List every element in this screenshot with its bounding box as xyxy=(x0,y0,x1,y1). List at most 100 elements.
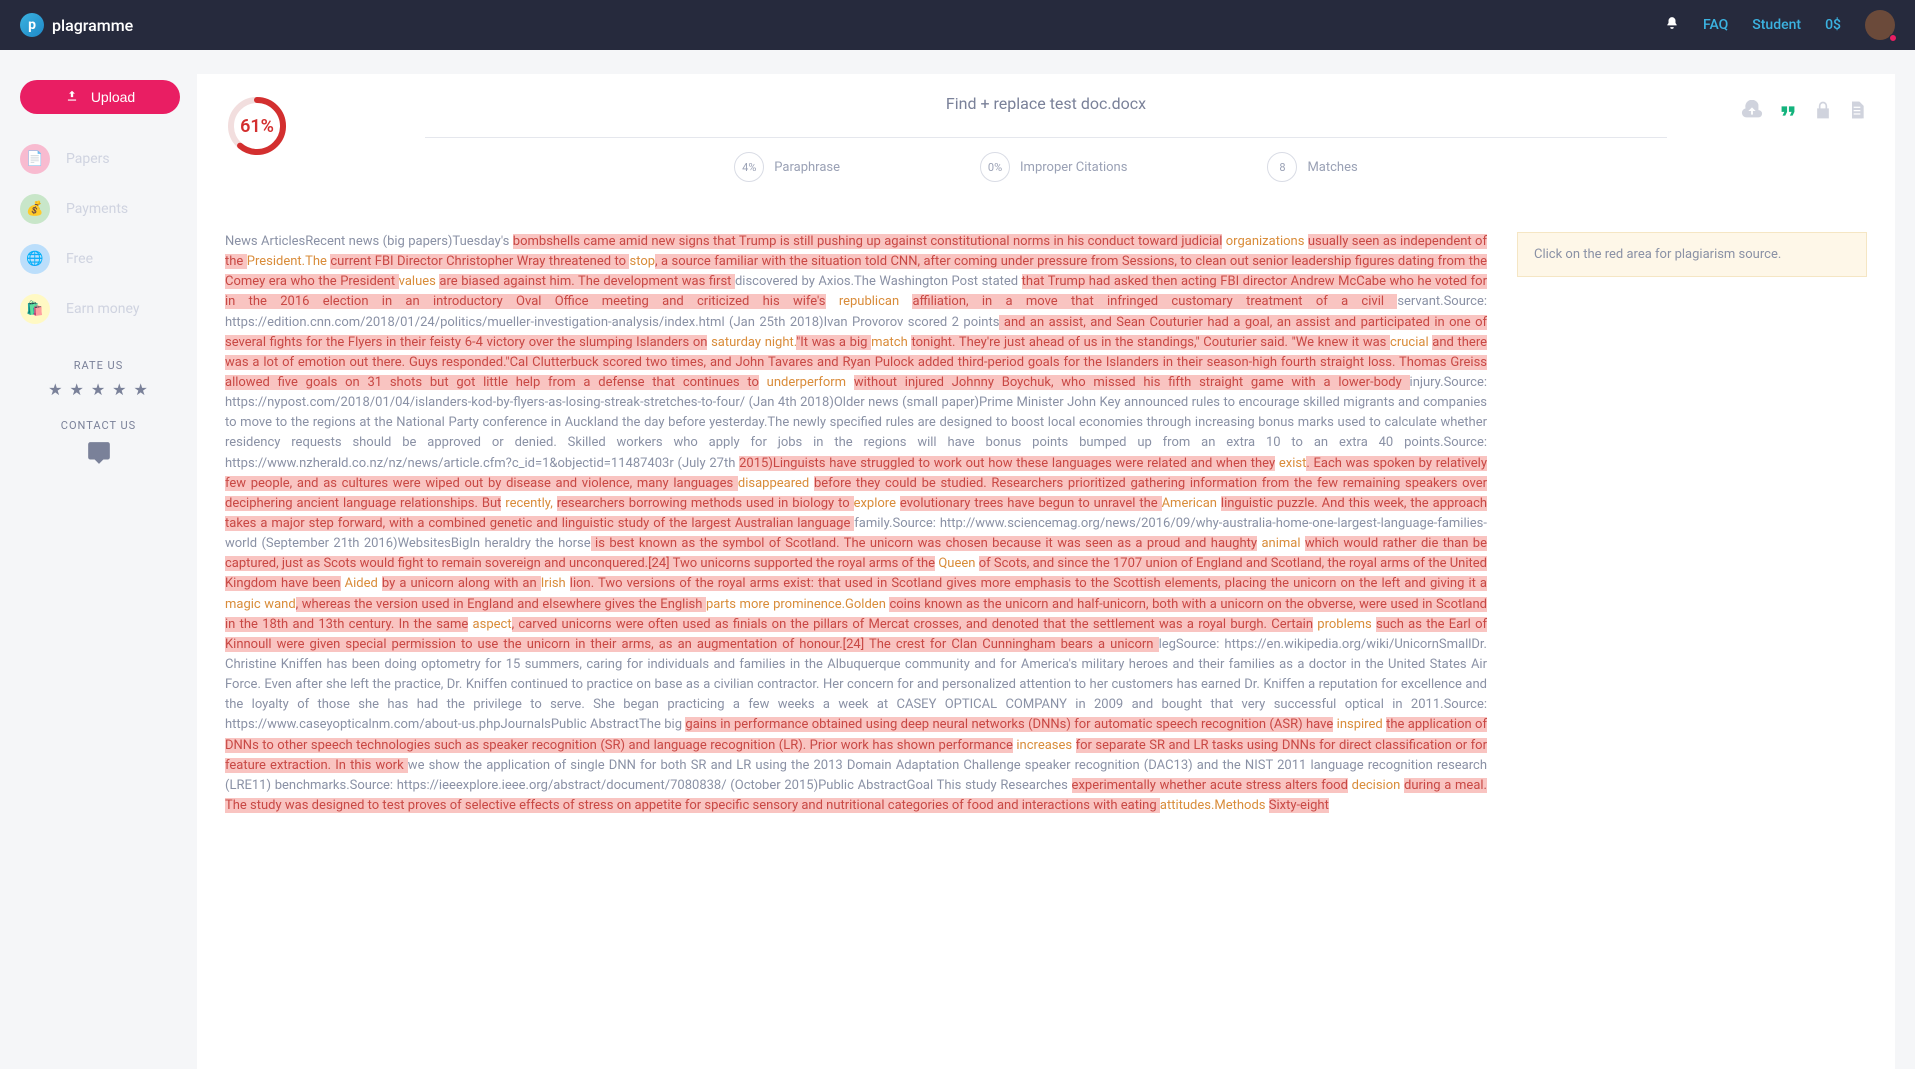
paraphrase-highlight[interactable]: match xyxy=(871,335,911,350)
plagiarism-highlight[interactable]: is best known as the symbol of Scotland.… xyxy=(591,536,1257,551)
document-icon[interactable] xyxy=(1847,100,1867,127)
sidebar-item-earn[interactable]: 🛍️ Earn money xyxy=(20,284,177,334)
sidebar-item-label: Earn money xyxy=(66,301,139,317)
paraphrase-highlight[interactable]: republican xyxy=(826,294,913,309)
star-icon[interactable]: ★ xyxy=(91,380,106,399)
paraphrase-highlight[interactable]: problems xyxy=(1313,617,1376,632)
plagiarism-highlight[interactable]: are biased against him. xyxy=(439,274,578,289)
paraphrase-highlight[interactable]: explore xyxy=(854,496,900,511)
plagiarism-highlight[interactable]: and denoted that the settlement was a ro… xyxy=(966,617,1313,632)
document-actions xyxy=(1741,100,1867,127)
paraphrase-highlight[interactable]: attitudes.Methods xyxy=(1160,798,1269,813)
metric-matches[interactable]: 8 Matches xyxy=(1267,152,1357,182)
download-icon[interactable] xyxy=(1741,100,1763,127)
plagiarism-highlight[interactable]: by a unicorn along with an xyxy=(382,576,541,591)
contact-us-label: CONTACT US xyxy=(20,419,177,432)
paraphrase-highlight[interactable]: values xyxy=(399,274,440,289)
paraphrase-highlight[interactable]: President.The xyxy=(247,254,331,269)
rating-stars: ★ ★ ★ ★ ★ xyxy=(20,380,177,399)
lock-icon[interactable] xyxy=(1813,100,1833,127)
plagiarism-highlight[interactable]: without injured Johnny Boychuk, who miss… xyxy=(854,375,1168,390)
plagiarism-highlight[interactable]: , whereas the version used in England an… xyxy=(296,597,706,612)
student-link[interactable]: Student xyxy=(1752,17,1801,33)
free-icon: 🌐 xyxy=(20,244,50,274)
paraphrase-highlight[interactable]: Irish xyxy=(541,576,570,591)
plagiarism-score-value: 61% xyxy=(225,94,289,158)
star-icon[interactable]: ★ xyxy=(112,380,127,399)
avatar-notification-dot xyxy=(1889,34,1897,42)
quote-icon[interactable] xyxy=(1777,100,1799,127)
sidebar-item-free[interactable]: 🌐 Free xyxy=(20,234,177,284)
plagiarism-highlight[interactable]: The crest for Clan Cunningham bears a un… xyxy=(869,637,1159,652)
plagiarism-highlight[interactable]: 2015)Linguists have struggled to work ou… xyxy=(739,456,1275,471)
plagiarism-highlight[interactable]: experimentally whether acute stress alte… xyxy=(1072,778,1348,793)
main-content: 61% Find + replace test doc.docx 4% Para… xyxy=(197,74,1895,1069)
plagiarism-highlight[interactable]: "It xyxy=(796,335,812,350)
paraphrase-highlight[interactable]: American xyxy=(1162,496,1221,511)
metric-value: 4% xyxy=(734,152,764,182)
paraphrase-highlight[interactable]: decision xyxy=(1348,778,1404,793)
metric-label: Matches xyxy=(1307,160,1357,175)
metric-label: Paraphrase xyxy=(774,160,840,175)
paraphrase-highlight[interactable]: stop xyxy=(629,254,655,269)
plagiarism-highlight[interactable]: of selective effects of stress on appeti… xyxy=(450,798,1160,813)
sidebar-item-payments[interactable]: 💰 Payments xyxy=(20,184,177,234)
plagiarism-highlight[interactable]: Sixty-eight xyxy=(1269,798,1329,813)
sidebar-item-label: Papers xyxy=(66,151,110,167)
metrics-row: 4% Paraphrase 0% Improper Citations 8 Ma… xyxy=(425,137,1667,182)
paraphrase-highlight[interactable]: exist xyxy=(1275,456,1306,471)
paraphrase-highlight[interactable]: crucial xyxy=(1390,335,1432,350)
plagiarism-highlight[interactable]: The development was first xyxy=(578,274,735,289)
upload-button[interactable]: Upload xyxy=(20,80,180,114)
paraphrase-highlight[interactable]: recently, xyxy=(501,496,556,511)
plagiarism-highlight[interactable]: bombshells came amid new signs that Trum… xyxy=(513,234,1223,249)
upload-icon xyxy=(65,89,79,106)
paraphrase-highlight[interactable]: Queen xyxy=(935,556,979,571)
earn-icon: 🛍️ xyxy=(20,294,50,324)
document-header: 61% Find + replace test doc.docx 4% Para… xyxy=(225,94,1867,182)
rate-us-section: RATE US ★ ★ ★ ★ ★ xyxy=(20,359,177,399)
star-icon[interactable]: ★ xyxy=(134,380,149,399)
avatar[interactable] xyxy=(1865,10,1895,40)
plagiarism-highlight[interactable]: current FBI Director Christopher Wray th… xyxy=(330,254,629,269)
chat-icon[interactable] xyxy=(20,440,177,472)
plagiarism-highlight[interactable]: lion. Two versions of the royal arms exi… xyxy=(570,576,1487,591)
metric-paraphrase[interactable]: 4% Paraphrase xyxy=(734,152,840,182)
paraphrase-highlight[interactable]: disappeared xyxy=(738,476,814,491)
paraphrase-highlight[interactable]: underperform xyxy=(759,375,854,390)
paraphrase-highlight[interactable]: aspect xyxy=(468,617,511,632)
paraphrase-highlight[interactable]: animal xyxy=(1257,536,1305,551)
paraphrase-highlight[interactable]: organizations xyxy=(1222,234,1307,249)
plagiarism-highlight[interactable]: fifth straight game with a lower-body xyxy=(1168,375,1409,390)
info-box: Click on the red area for plagiarism sou… xyxy=(1517,232,1867,277)
paraphrase-highlight[interactable]: parts more prominence.Golden xyxy=(706,597,890,612)
header-right: FAQ Student 0$ xyxy=(1665,10,1895,40)
paraphrase-highlight[interactable]: increases xyxy=(1013,738,1076,753)
metric-value: 8 xyxy=(1267,152,1297,182)
plagiarism-highlight[interactable]: Cal Clutterbuck scored two times xyxy=(510,355,704,370)
bell-icon[interactable] xyxy=(1665,16,1679,34)
faq-link[interactable]: FAQ xyxy=(1703,17,1728,33)
plagiarism-highlight[interactable]: affiliation, in a move that infringed cu… xyxy=(912,294,1397,309)
payments-icon: 💰 xyxy=(20,194,50,224)
plagiarism-highlight[interactable]: evolutionary trees have begun to unravel… xyxy=(900,496,1162,511)
balance-link[interactable]: 0$ xyxy=(1825,17,1841,33)
sidebar-item-label: Free xyxy=(66,251,93,267)
contact-us-section: CONTACT US xyxy=(20,419,177,472)
plagiarism-highlight[interactable]: usually seen xyxy=(1308,234,1383,249)
plagiarism-highlight[interactable]: tonight. They're just ahead of us in the… xyxy=(911,335,1390,350)
logo[interactable]: p plagramme xyxy=(20,13,133,37)
plagiarism-highlight[interactable]: , carved unicorns were often used as fin… xyxy=(512,617,966,632)
paraphrase-highlight[interactable]: inspired xyxy=(1333,717,1386,732)
plagiarism-highlight[interactable]: was a big xyxy=(812,335,871,350)
star-icon[interactable]: ★ xyxy=(48,380,63,399)
paraphrase-highlight[interactable]: magic wand xyxy=(225,597,296,612)
plagiarism-highlight[interactable]: gains in performance obtained using deep… xyxy=(685,717,1333,732)
metric-improper-citations[interactable]: 0% Improper Citations xyxy=(980,152,1127,182)
document-text[interactable]: News ArticlesRecent news (big papers)Tue… xyxy=(225,232,1487,816)
paraphrase-highlight[interactable]: Aided xyxy=(341,576,382,591)
star-icon[interactable]: ★ xyxy=(69,380,84,399)
paraphrase-highlight[interactable]: saturday night. xyxy=(707,335,796,350)
plagiarism-highlight[interactable]: researchers borrowing methods used in bi… xyxy=(557,496,854,511)
sidebar-item-papers[interactable]: 📄 Papers xyxy=(20,134,177,184)
